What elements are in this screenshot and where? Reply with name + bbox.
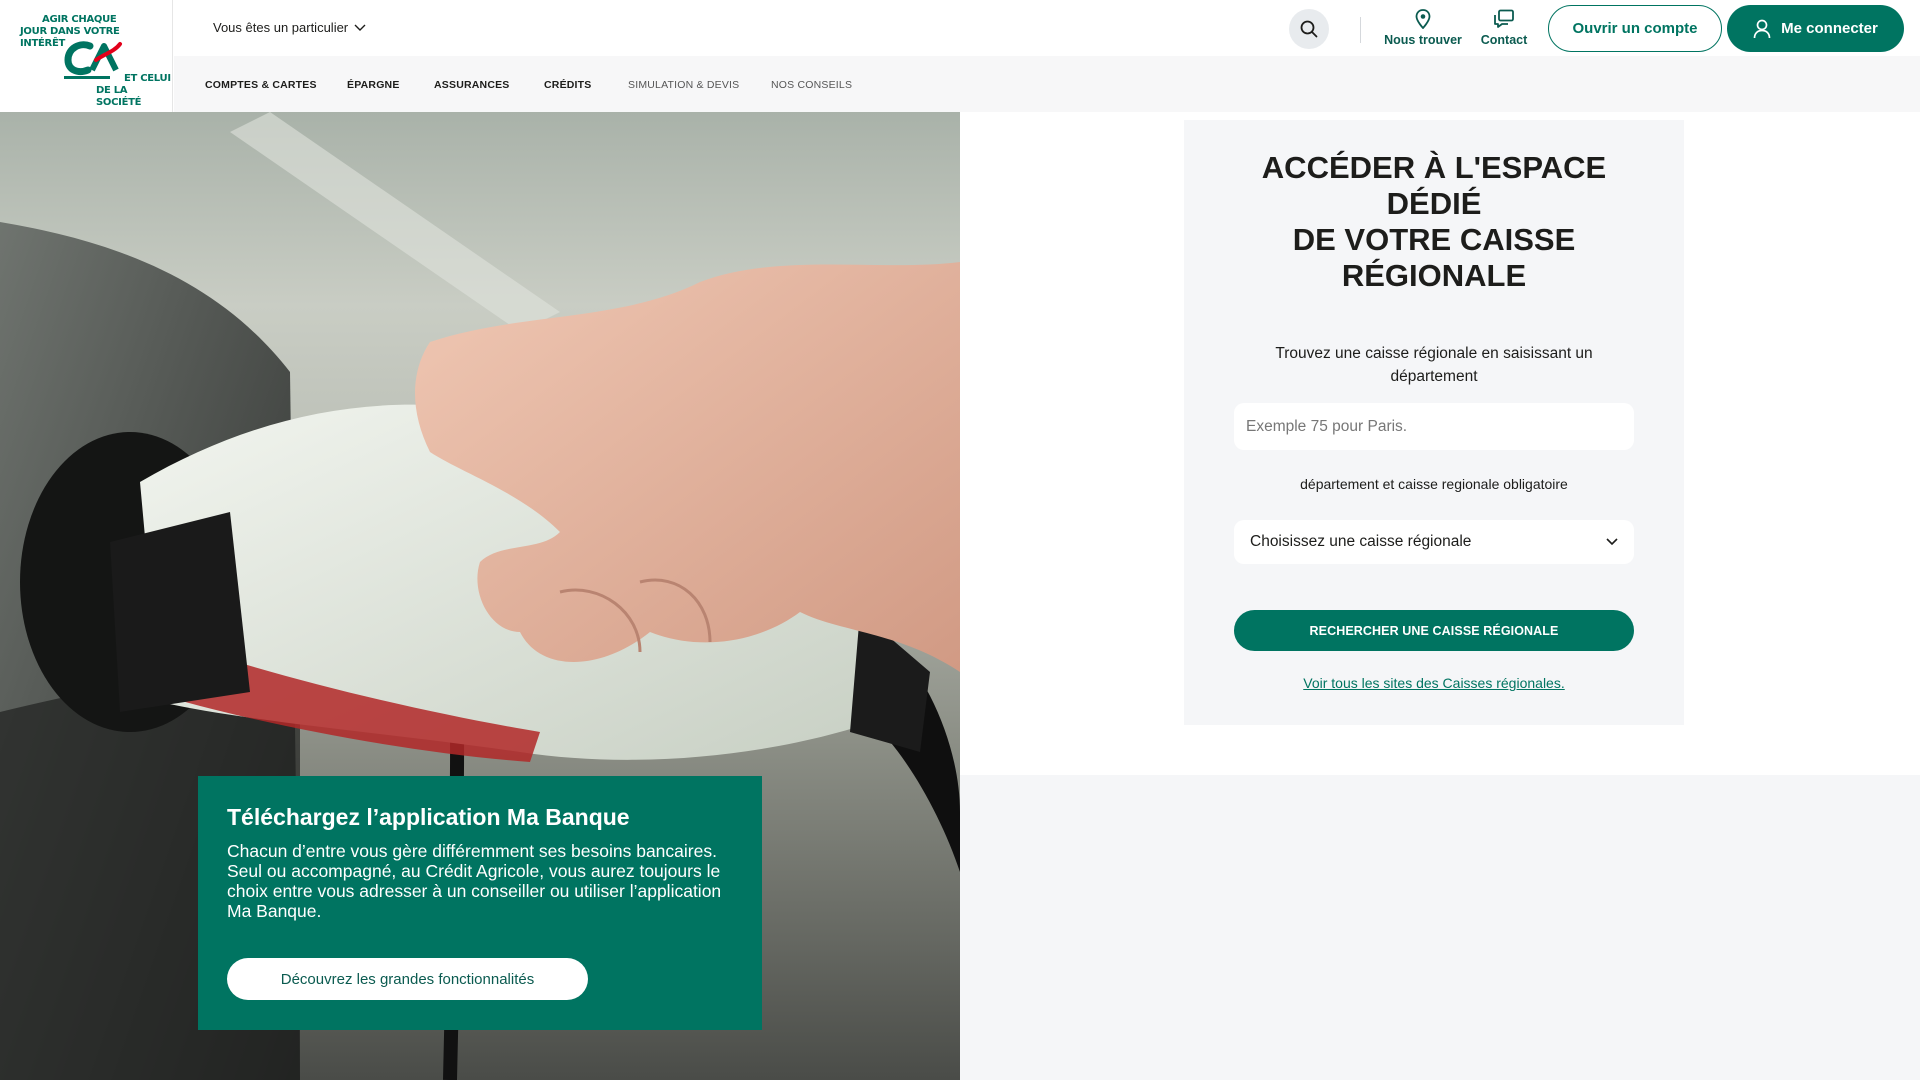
logo-text-line: INTÉRÊT	[20, 38, 65, 49]
open-account-button[interactable]: Ouvrir un compte	[1548, 5, 1722, 52]
app-promo-card: Téléchargez l’application Ma Banque Chac…	[198, 776, 762, 1030]
select-value: Choisissez une caisse régionale	[1250, 533, 1472, 550]
finder-title: Accéder à l'espace dédié de votre Caisse…	[1261, 150, 1607, 293]
login-button[interactable]: Me connecter	[1727, 5, 1904, 52]
department-input[interactable]	[1234, 403, 1634, 450]
nav-item-epargne[interactable]: Épargne	[347, 79, 400, 91]
divider	[1360, 17, 1361, 43]
regional-bank-select[interactable]: Choisissez une caisse régionale	[1234, 520, 1634, 564]
nav-item-assurances[interactable]: Assurances	[434, 79, 510, 91]
nav-item-comptes-cartes[interactable]: Comptes & cartes	[205, 79, 317, 91]
audience-label: Vous êtes un particulier	[213, 20, 349, 35]
contact-link[interactable]: Contact	[1474, 9, 1534, 47]
hero-image: Téléchargez l’application Ma Banque Chac…	[0, 112, 960, 1080]
login-label: Me connecter	[1781, 20, 1878, 37]
logo[interactable]: AGIR CHAQUE JOUR DANS VOTRE INTÉRÊT ET C…	[0, 0, 173, 112]
main-nav: Comptes & cartes Épargne Assurances Créd…	[174, 56, 1920, 112]
top-bar: Vous êtes un particulier Nous trouver Co…	[174, 0, 1920, 56]
regional-bank-finder: Accéder à l'espace dédié de votre Caisse…	[1184, 120, 1684, 725]
logo-text-line: ET CELUI	[124, 73, 171, 84]
location-pin-icon	[1415, 9, 1431, 29]
find-agency-link[interactable]: Nous trouver	[1382, 9, 1464, 47]
nav-item-credits[interactable]: Crédits	[544, 79, 592, 91]
audience-selector[interactable]: Vous êtes un particulier	[213, 20, 366, 35]
chevron-down-icon	[1606, 538, 1618, 546]
discover-features-button[interactable]: Découvrez les grandes fonctionnalités	[227, 958, 588, 1000]
find-agency-label: Nous trouver	[1384, 33, 1462, 47]
all-regional-banks-link[interactable]: Voir tous les sites des Caisses régional…	[1184, 675, 1684, 691]
content-background	[960, 775, 1920, 1080]
finder-subtitle: Trouvez une caisse régionale en saisissa…	[1275, 345, 1593, 385]
promo-text: Seul ou accompagné, au Crédit Agricole, …	[227, 861, 722, 921]
search-button[interactable]	[1289, 9, 1329, 49]
logo-text-line: JOUR DANS VOTRE	[20, 26, 120, 37]
contact-label: Contact	[1480, 33, 1528, 47]
required-note: département et caisse regionale obligato…	[1300, 476, 1568, 492]
promo-text: Chacun d’entre vous gère différemment se…	[227, 841, 717, 861]
user-icon	[1753, 19, 1771, 38]
nav-item-simulation-devis[interactable]: Simulation & devis	[628, 79, 739, 91]
logo-text-line: DE LA SOCIÉTÉ	[96, 85, 142, 108]
search-regional-bank-button[interactable]: Rechercher une caisse régionale	[1234, 610, 1634, 651]
search-icon	[1300, 20, 1318, 38]
nav-item-nos-conseils[interactable]: Nos conseils	[771, 79, 852, 91]
chevron-down-icon	[354, 24, 366, 31]
ca-logo-mark	[64, 41, 122, 79]
promo-title: Téléchargez l’application Ma Banque	[227, 804, 630, 830]
chat-icon	[1494, 9, 1514, 28]
logo-text-line: AGIR CHAQUE	[42, 14, 117, 25]
